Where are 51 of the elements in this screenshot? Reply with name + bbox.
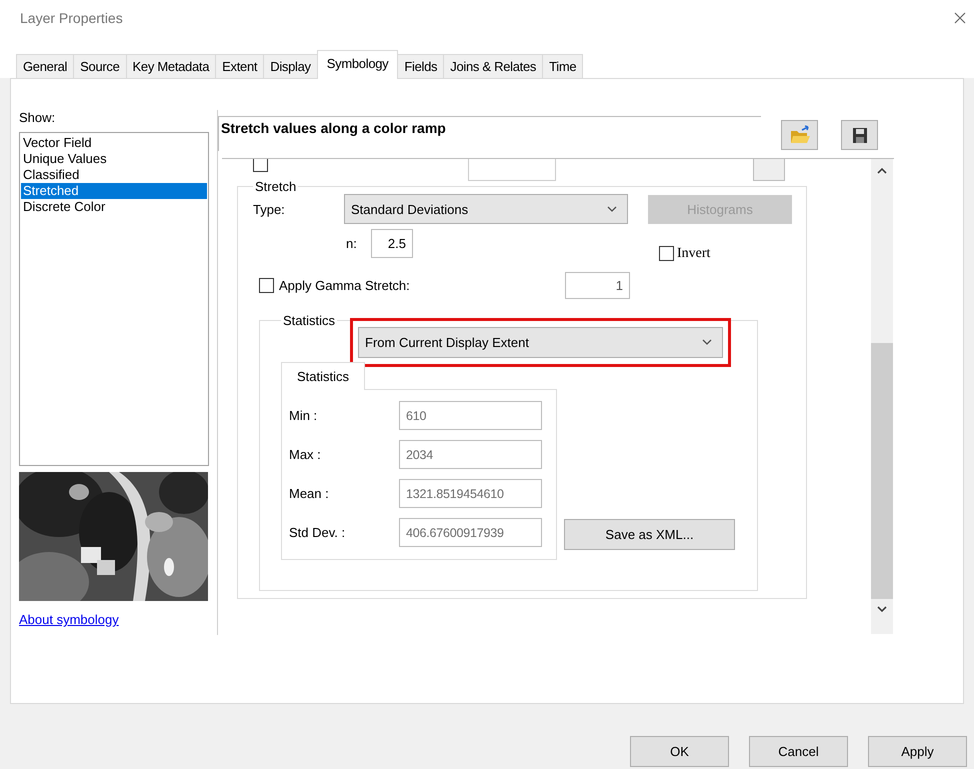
save-as-xml-button[interactable]: Save as XML...: [564, 519, 735, 550]
type-label: Type:: [253, 202, 286, 216]
group-label: Statistics: [282, 313, 336, 328]
dialog-button[interactable]: Apply: [868, 736, 967, 767]
dialog-button[interactable]: OK: [630, 736, 729, 767]
dialog-button[interactable]: Cancel: [749, 736, 848, 767]
statistics-source-dropdown[interactable]: From Current Display Extent: [358, 327, 723, 358]
type-dropdown[interactable]: Standard Deviations: [344, 194, 628, 224]
folder-icon: [788, 125, 810, 145]
list-item[interactable]: Unique Values: [23, 151, 107, 166]
field-label: Max :: [289, 447, 322, 462]
scroll-down-icon[interactable]: [877, 605, 887, 613]
tab[interactable]: Joins & Relates: [443, 54, 544, 78]
gamma-checkbox[interactable]: [259, 278, 274, 292]
tab[interactable]: General: [16, 54, 74, 78]
about-symbology-link[interactable]: About symbology: [19, 612, 119, 627]
show-label: Show:: [19, 110, 56, 127]
window-title: Layer Properties: [20, 10, 123, 26]
tab[interactable]: Source: [73, 54, 127, 78]
n-field[interactable]: 2.5: [371, 229, 413, 258]
tab[interactable]: Time: [542, 54, 584, 78]
save-button[interactable]: [841, 120, 878, 150]
tab[interactable]: Key Metadata: [126, 54, 216, 78]
scrollbar[interactable]: [871, 159, 893, 634]
list-item[interactable]: Classified: [23, 167, 80, 182]
save-icon: [852, 126, 868, 144]
field-label: Std Dev. :: [289, 525, 346, 540]
renderer-description: Stretch values along a color ramp: [218, 116, 761, 151]
list-item[interactable]: Vector Field: [23, 135, 92, 150]
n-label: n:: [346, 236, 358, 251]
chevron-down-icon: [702, 339, 712, 346]
field-label: Min :: [289, 408, 318, 423]
tab[interactable]: Display: [263, 54, 318, 78]
field-label: Mean :: [289, 486, 330, 501]
scroll-thumb[interactable]: [871, 343, 893, 599]
list-item[interactable]: Discrete Color: [23, 199, 106, 214]
invert-checkbox[interactable]: [659, 246, 674, 261]
invert-label: Invert: [677, 246, 710, 262]
tab[interactable]: Fields: [397, 54, 444, 78]
group-label: Stretch: [254, 179, 298, 194]
tab[interactable]: Statistics: [281, 362, 365, 390]
color-swatch[interactable]: [753, 159, 785, 181]
tab[interactable]: Symbology: [316, 50, 398, 79]
close-icon[interactable]: [954, 12, 966, 24]
gamma-label: Apply Gamma Stretch:: [279, 278, 411, 292]
checkbox[interactable]: [253, 159, 268, 172]
gamma-field[interactable]: 1: [565, 272, 630, 298]
scroll-up-icon[interactable]: [877, 167, 887, 175]
chevron-down-icon: [607, 206, 617, 212]
tab[interactable]: Extent: [215, 54, 264, 78]
input-field[interactable]: [468, 159, 556, 181]
